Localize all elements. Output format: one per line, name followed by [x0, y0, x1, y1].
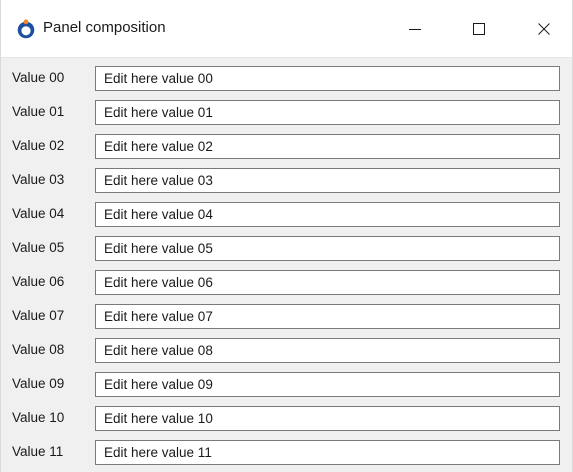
value-input-05[interactable] — [95, 236, 560, 261]
value-label-03: Value 03 — [12, 172, 65, 187]
value-input-11[interactable] — [95, 440, 560, 465]
value-input-06[interactable] — [95, 270, 560, 295]
value-input-10[interactable] — [95, 406, 560, 431]
value-label-04: Value 04 — [12, 206, 65, 221]
value-label-09: Value 09 — [12, 376, 65, 391]
value-input-00[interactable] — [95, 66, 560, 91]
value-row-01: Value 01 — [1, 95, 572, 129]
value-row-06: Value 06 — [1, 265, 572, 299]
value-input-04[interactable] — [95, 202, 560, 227]
minimize-button[interactable] — [392, 0, 438, 58]
title-bar[interactable]: Panel composition — [1, 0, 572, 58]
close-button[interactable] — [521, 0, 567, 58]
value-input-08[interactable] — [95, 338, 560, 363]
value-row-07: Value 07 — [1, 299, 572, 333]
value-label-05: Value 05 — [12, 240, 65, 255]
value-row-03: Value 03 — [1, 163, 572, 197]
value-row-05: Value 05 — [1, 231, 572, 265]
value-row-10: Value 10 — [1, 401, 572, 435]
maximize-button[interactable] — [456, 0, 502, 58]
value-row-00: Value 00 — [1, 61, 572, 95]
panel-composition-window: Panel composition Value 00 Value 01 — [0, 0, 573, 472]
value-label-11: Value 11 — [12, 444, 64, 459]
value-input-01[interactable] — [95, 100, 560, 125]
window-title: Panel composition — [43, 19, 166, 36]
value-row-11: Value 11 — [1, 435, 572, 469]
value-label-00: Value 00 — [12, 70, 65, 85]
value-label-07: Value 07 — [12, 308, 65, 323]
maximize-icon — [473, 23, 485, 35]
value-input-03[interactable] — [95, 168, 560, 193]
value-input-07[interactable] — [95, 304, 560, 329]
value-label-02: Value 02 — [12, 138, 65, 153]
value-row-02: Value 02 — [1, 129, 572, 163]
value-label-06: Value 06 — [12, 274, 65, 289]
app-logo-icon[interactable] — [16, 19, 36, 39]
minimize-icon — [409, 29, 421, 30]
value-input-02[interactable] — [95, 134, 560, 159]
value-row-09: Value 09 — [1, 367, 572, 401]
value-row-04: Value 04 — [1, 197, 572, 231]
close-icon — [538, 23, 550, 35]
value-label-08: Value 08 — [12, 342, 65, 357]
value-label-01: Value 01 — [12, 104, 65, 119]
value-row-08: Value 08 — [1, 333, 572, 367]
value-input-09[interactable] — [95, 372, 560, 397]
value-label-10: Value 10 — [12, 410, 65, 425]
